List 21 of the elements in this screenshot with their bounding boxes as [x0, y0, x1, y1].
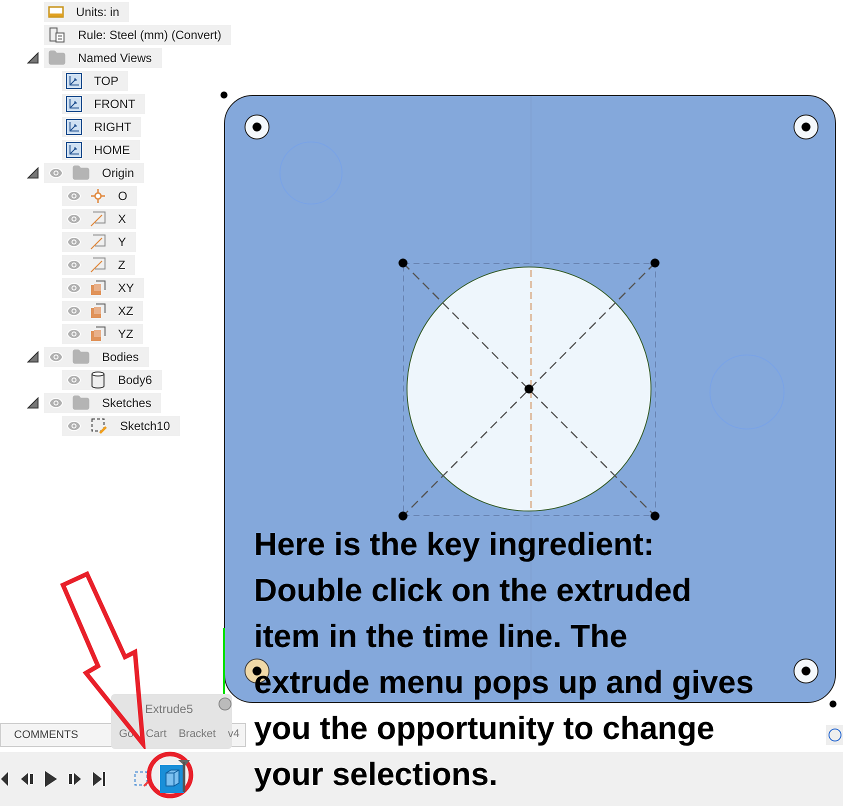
- tree-item-label: Body6: [118, 372, 152, 388]
- tree-item-label: Bodies: [102, 348, 139, 366]
- annotation-text: Here is the key ingredient: Double click on the extruded item in the time line. The extrude menu pops up and gives you the opportunity to change your selections.: [254, 525, 754, 794]
- tree-item-label: Origin: [102, 164, 134, 182]
- tree-item-label: Rule: Steel (mm) (Convert): [78, 26, 222, 44]
- comments-label: COMMENTS: [14, 728, 78, 743]
- tree-item-label: Units: in: [76, 4, 120, 20]
- tree-item-label: XZ: [118, 302, 134, 320]
- tree-item-label: HOME: [94, 142, 130, 158]
- tree-item-label: Sketch10: [120, 418, 170, 434]
- tree-item-label: FRONT: [94, 96, 136, 112]
- tree-item-label: X: [118, 210, 126, 228]
- tree-item-label: Y: [118, 234, 126, 250]
- tree-item-label: O: [118, 188, 128, 204]
- tree-item-label: Z: [118, 256, 126, 274]
- tree-item-label: TOP: [94, 72, 118, 90]
- tree-item-label: Sketches: [102, 394, 152, 412]
- tree-item-label: XY: [118, 280, 134, 296]
- tree-item-label: YZ: [118, 326, 134, 342]
- tree-item-label: RIGHT: [94, 118, 132, 136]
- tree-item-label: Named Views: [78, 50, 152, 66]
